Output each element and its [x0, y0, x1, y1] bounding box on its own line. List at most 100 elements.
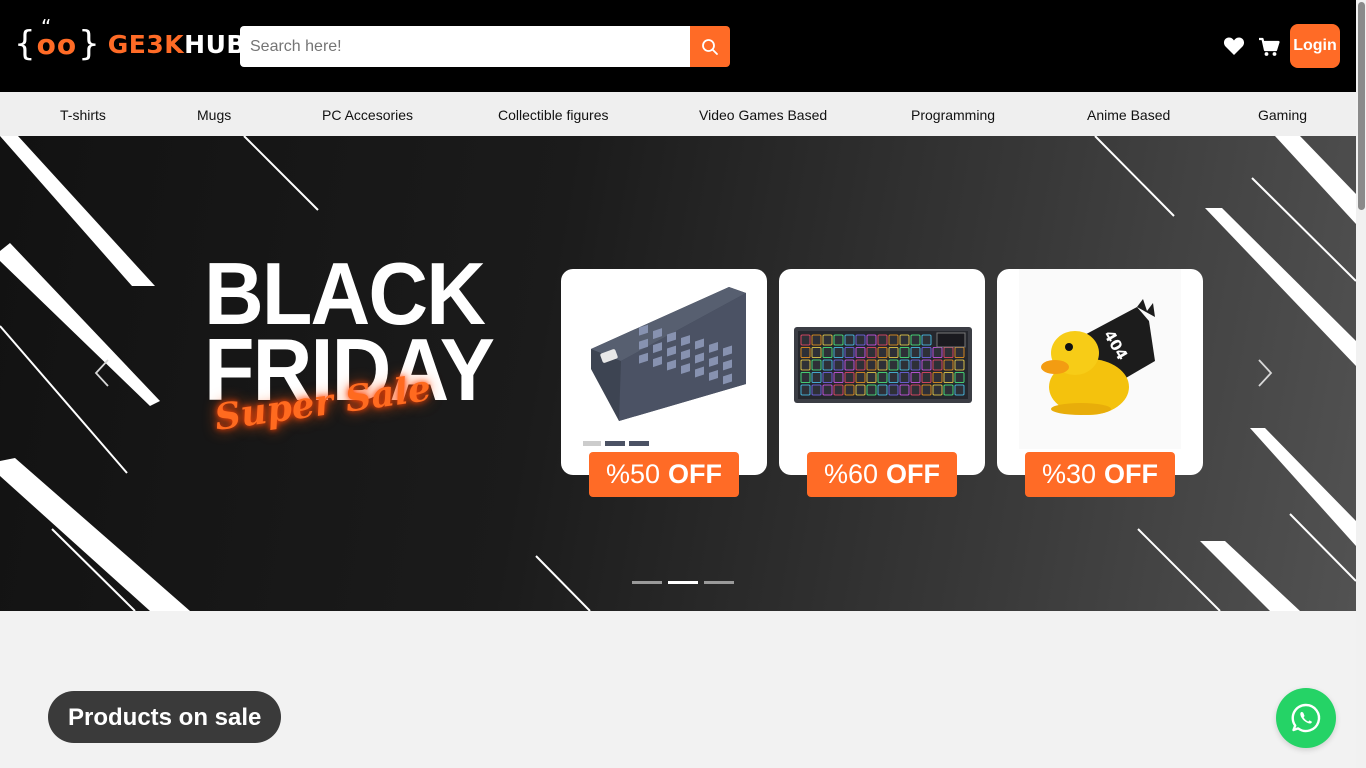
keycap — [800, 359, 811, 371]
keycap — [822, 372, 833, 383]
offer-card-keyboard[interactable] — [561, 269, 767, 475]
keycap — [899, 359, 910, 371]
search-button[interactable] — [690, 26, 730, 67]
login-button[interactable]: Login — [1290, 24, 1340, 68]
rgb-keyboard-image — [794, 327, 972, 403]
offer-card-rgb-keyboard[interactable] — [779, 269, 985, 475]
keycap — [877, 347, 888, 358]
category-nav: T-shirts Mugs PC Accesories Collectible … — [0, 92, 1356, 136]
carousel-dot-1[interactable] — [632, 581, 662, 584]
whatsapp-button[interactable] — [1276, 688, 1336, 748]
keycap — [888, 347, 899, 358]
keycap — [866, 384, 877, 396]
search-input[interactable] — [240, 26, 690, 67]
carousel-dot-2[interactable] — [668, 581, 698, 584]
category-tshirts[interactable]: T-shirts — [60, 92, 106, 136]
keycap — [877, 372, 888, 383]
keycap — [910, 359, 921, 371]
carousel-prev-arrow[interactable] — [92, 358, 114, 388]
logo[interactable]: { oo “ } GE3KHUB — [14, 17, 246, 66]
keycap — [877, 359, 888, 371]
keycap — [932, 359, 943, 371]
keycap — [800, 347, 811, 358]
category-pc-accessories[interactable]: PC Accesories — [322, 92, 413, 136]
keycap — [954, 359, 965, 371]
keycap — [921, 372, 932, 383]
heart-icon[interactable] — [1223, 36, 1245, 56]
carousel-dot-3[interactable] — [704, 581, 734, 584]
keycap — [888, 334, 899, 346]
top-header: { oo “ } GE3KHUB Search here! Login — [0, 0, 1356, 92]
offer-label: OFF — [668, 459, 723, 489]
scrollbar-thumb[interactable] — [1358, 2, 1365, 210]
hero-carousel: BLACK FRIDAY Super Sale %50 OFF %60 OFF … — [0, 136, 1356, 611]
keycap — [833, 347, 844, 358]
page: { oo “ } GE3KHUB Search here! Login T-sh… — [0, 0, 1366, 768]
category-programming[interactable]: Programming — [911, 92, 995, 136]
keycap — [899, 384, 910, 396]
keycap — [921, 347, 932, 358]
keycap — [855, 372, 866, 383]
category-anime-based[interactable]: Anime Based — [1087, 92, 1170, 136]
keycap — [921, 334, 932, 346]
keycap — [855, 384, 866, 396]
keycap — [855, 359, 866, 371]
offer-label: OFF — [886, 459, 941, 489]
logo-quote: “ — [41, 15, 52, 39]
search-icon — [702, 38, 718, 55]
keycap — [943, 372, 954, 383]
keycap — [844, 384, 855, 396]
keycap — [822, 359, 833, 371]
offer-badge-60[interactable]: %60 OFF — [807, 452, 957, 497]
category-video-games-based[interactable]: Video Games Based — [699, 92, 827, 136]
keycap — [877, 384, 888, 396]
offer-badge-30[interactable]: %30 OFF — [1025, 452, 1175, 497]
keycap — [800, 372, 811, 383]
keycap — [910, 384, 921, 396]
keycap — [943, 359, 954, 371]
keycap — [811, 372, 822, 383]
keycap — [932, 372, 943, 383]
keycap — [954, 372, 965, 383]
keycap — [844, 334, 855, 346]
logo-text-rest: HUB — [184, 29, 246, 59]
black-friday-headline: BLACK FRIDAY Super Sale — [204, 250, 511, 439]
logo-brace-open: { — [14, 24, 36, 64]
page-scrollbar[interactable] — [1356, 0, 1366, 768]
logo-mark: { oo “ } — [14, 17, 100, 64]
cart-icon[interactable] — [1258, 37, 1280, 57]
offer-label: OFF — [1104, 459, 1159, 489]
offer-card-rubber-duck[interactable]: 404 — [997, 269, 1203, 475]
search-bar — [240, 26, 730, 67]
keycap — [811, 334, 822, 346]
carousel-next-arrow[interactable] — [1253, 358, 1275, 388]
keycap — [910, 334, 921, 346]
logo-brace-close: } — [78, 24, 100, 64]
keycap — [811, 384, 822, 396]
keycap — [844, 347, 855, 358]
logo-text: GE3KHUB — [108, 30, 246, 59]
keycap — [899, 334, 910, 346]
offer-badge-50[interactable]: %50 OFF — [589, 452, 739, 497]
keycap — [833, 372, 844, 383]
keycap — [888, 372, 899, 383]
keycap — [822, 347, 833, 358]
keycap — [866, 334, 877, 346]
keycap — [943, 347, 954, 358]
keycap — [888, 384, 899, 396]
category-gaming[interactable]: Gaming — [1258, 92, 1307, 136]
keyboard-image — [583, 287, 746, 446]
keycap — [877, 334, 888, 346]
keycap — [899, 372, 910, 383]
keycap — [888, 359, 899, 371]
keycap — [811, 347, 822, 358]
keycap — [910, 347, 921, 358]
logo-text-accent: GE3K — [107, 29, 185, 59]
keycap — [910, 372, 921, 383]
keycap — [921, 384, 932, 396]
keycap — [921, 359, 932, 371]
keycap — [954, 347, 965, 358]
category-collectible-figures[interactable]: Collectible figures — [498, 92, 609, 136]
category-mugs[interactable]: Mugs — [197, 92, 231, 136]
keycap — [932, 384, 943, 396]
